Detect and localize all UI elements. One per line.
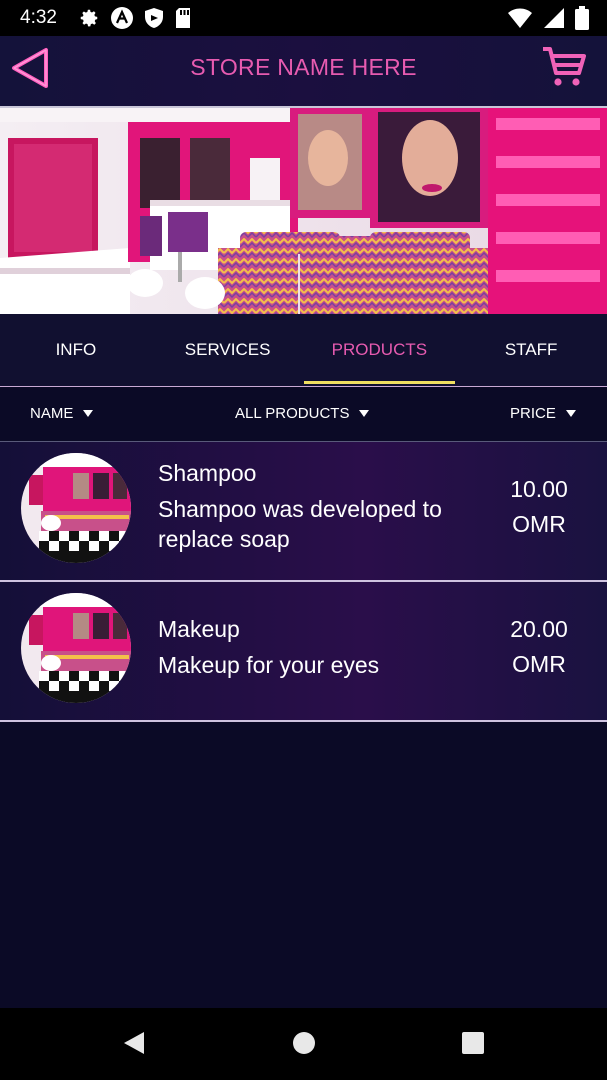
nav-home-icon[interactable] xyxy=(292,1030,316,1056)
caret-down-icon xyxy=(83,410,94,417)
active-tab-indicator xyxy=(303,381,456,384)
status-time: 4:32 xyxy=(20,7,57,28)
filter-category-dropdown[interactable]: ALL PRODUCTS xyxy=(235,405,370,422)
store-tabs: INFO SERVICES PRODUCTS STAFF xyxy=(0,314,607,386)
shopping-cart-icon[interactable] xyxy=(541,43,587,89)
product-name: Makeup xyxy=(158,616,240,642)
product-price-value: 20.00 xyxy=(510,616,568,642)
tab-products[interactable]: PRODUCTS xyxy=(303,314,456,386)
tab-services[interactable]: SERVICES xyxy=(152,314,304,386)
tab-info[interactable]: INFO xyxy=(0,314,152,386)
signal-icon xyxy=(544,8,564,28)
caret-down-icon xyxy=(359,410,370,417)
product-thumbnail xyxy=(21,453,131,563)
product-description: Shampoo was developed to replace soap xyxy=(158,496,442,552)
product-name: Shampoo xyxy=(158,460,257,486)
tab-services-label: SERVICES xyxy=(184,340,271,359)
gear-icon xyxy=(80,9,98,27)
store-title: STORE NAME HERE xyxy=(190,54,417,80)
sort-name-label: NAME xyxy=(30,405,74,422)
status-bar: 4:32 xyxy=(0,0,607,36)
tab-staff-label: STAFF xyxy=(504,340,558,359)
sd-card-icon xyxy=(176,8,190,28)
product-price-value: 10.00 xyxy=(510,476,568,502)
sort-bar: NAME ALL PRODUCTS PRICE xyxy=(0,387,607,441)
nav-recents-icon[interactable] xyxy=(461,1030,485,1056)
product-price-currency: OMR xyxy=(512,511,566,537)
caret-down-icon xyxy=(565,410,576,417)
filter-category-label: ALL PRODUCTS xyxy=(235,405,350,422)
product-price: 20.00 OMR xyxy=(499,612,579,682)
tab-staff[interactable]: STAFF xyxy=(455,314,607,386)
sort-name-dropdown[interactable]: NAME xyxy=(30,405,94,422)
tab-products-label: PRODUCTS xyxy=(331,340,428,359)
sort-price-label: PRICE xyxy=(510,405,556,422)
a-icon xyxy=(111,7,133,29)
product-description: Makeup for your eyes xyxy=(158,652,380,678)
product-row[interactable]: Makeup Makeup for your eyes 20.00 OMR xyxy=(0,582,607,720)
nav-back-icon[interactable] xyxy=(122,1030,146,1056)
product-row[interactable]: Shampoo Shampoo was developed to replace… xyxy=(0,442,607,580)
system-nav-bar xyxy=(0,1008,607,1080)
product-price-currency: OMR xyxy=(512,651,566,677)
sort-price-dropdown[interactable]: PRICE xyxy=(510,405,576,422)
tab-info-label: INFO xyxy=(55,340,97,359)
store-banner-image xyxy=(0,108,607,314)
wifi-icon xyxy=(508,8,532,28)
product-thumbnail xyxy=(21,593,131,703)
row-divider xyxy=(0,720,607,722)
shield-icon xyxy=(145,8,163,28)
product-price: 10.00 OMR xyxy=(499,472,579,542)
battery-icon xyxy=(575,6,589,30)
app-header: STORE NAME HERE xyxy=(0,36,607,106)
